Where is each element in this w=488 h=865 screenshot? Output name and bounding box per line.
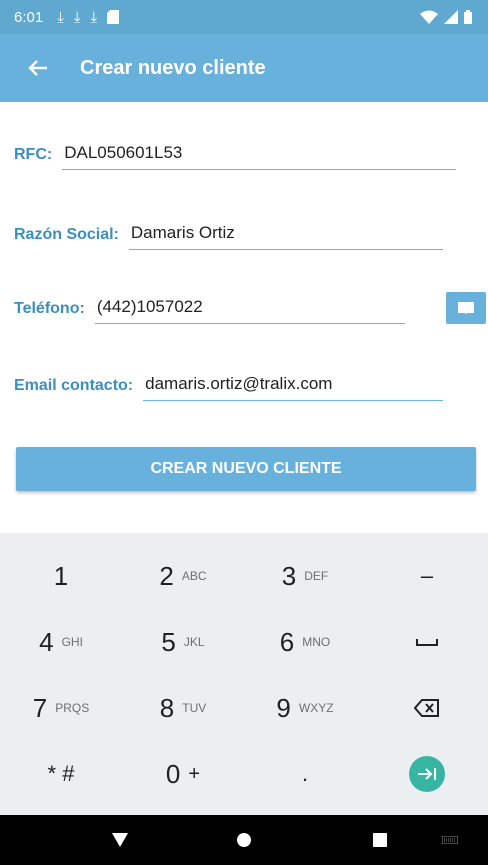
- key-period[interactable]: .: [244, 741, 366, 807]
- sd-card-icon: [107, 10, 120, 24]
- app-bar: Crear nuevo cliente: [0, 34, 488, 102]
- email-field[interactable]: [143, 374, 444, 401]
- tab-next-icon: [418, 768, 436, 780]
- key-8[interactable]: 8 TUV: [122, 675, 244, 741]
- nav-back-button[interactable]: [90, 815, 150, 865]
- notification-icons: ⤓ ⤓ ⤓: [57, 8, 120, 26]
- key-2[interactable]: 2 ABC: [122, 543, 244, 609]
- key-1[interactable]: 1: [0, 543, 122, 609]
- telefono-field[interactable]: [94, 297, 405, 324]
- square-icon: [373, 833, 387, 847]
- download-icon: ⤓: [57, 8, 64, 26]
- nav-recents-button[interactable]: [350, 815, 410, 865]
- telefono-row: Teléfono:: [14, 297, 405, 324]
- key-backspace[interactable]: [366, 675, 488, 741]
- signal-icon: [444, 10, 458, 24]
- email-row: Email contacto:: [14, 374, 444, 401]
- navigation-bar: [0, 815, 488, 865]
- key-9[interactable]: 9 WXYZ: [244, 675, 366, 741]
- create-client-button[interactable]: CREAR NUEVO CLIENTE: [16, 447, 476, 491]
- rfc-label: RFC:: [14, 146, 53, 163]
- download-icon: ⤓: [90, 8, 98, 26]
- key-4[interactable]: 4 GHI: [0, 609, 122, 675]
- key-7[interactable]: 7 PRQS: [0, 675, 122, 741]
- battery-icon: [464, 10, 472, 24]
- key-5[interactable]: 5 JKL: [122, 609, 244, 675]
- triangle-down-icon: [112, 833, 128, 847]
- razon-social-row: Razón Social:: [14, 223, 443, 250]
- circle-icon: [237, 833, 251, 847]
- key-space[interactable]: [366, 609, 488, 675]
- backspace-icon: [414, 699, 439, 717]
- status-time: 6:01: [14, 8, 44, 26]
- key-6[interactable]: 6 MNO: [244, 609, 366, 675]
- razon-social-label: Razón Social:: [14, 226, 119, 243]
- rfc-row: RFC:: [14, 143, 457, 170]
- key-minus[interactable]: –: [366, 543, 488, 609]
- system-icons: [420, 10, 472, 24]
- telefono-label: Teléfono:: [14, 300, 85, 317]
- download-icon: ⤓: [73, 8, 81, 26]
- go-button[interactable]: [409, 756, 445, 792]
- key-3[interactable]: 3 DEF: [244, 543, 366, 609]
- contacts-button[interactable]: [446, 292, 486, 324]
- rfc-field[interactable]: [62, 143, 457, 170]
- back-button[interactable]: [18, 48, 58, 88]
- space-icon: [416, 639, 438, 646]
- contact-book-icon: [458, 302, 474, 314]
- arrow-left-icon: [28, 60, 47, 76]
- nav-home-button[interactable]: [214, 815, 274, 865]
- keyboard-icon: [442, 836, 458, 844]
- key-go[interactable]: [366, 741, 488, 807]
- razon-social-field[interactable]: [128, 223, 443, 250]
- email-label: Email contacto:: [14, 377, 134, 394]
- numeric-keyboard: 1 2 ABC 3 DEF – 4 GHI 5 JKL 6 MNO 7 PRQS…: [0, 533, 488, 815]
- key-0[interactable]: 0 +: [122, 741, 244, 807]
- key-star-hash[interactable]: * #: [0, 741, 122, 807]
- page-title: Crear nuevo cliente: [80, 56, 266, 79]
- nav-keyboard-switch[interactable]: [430, 815, 470, 865]
- status-bar: 6:01 ⤓ ⤓ ⤓: [0, 0, 488, 34]
- wifi-icon: [420, 10, 438, 24]
